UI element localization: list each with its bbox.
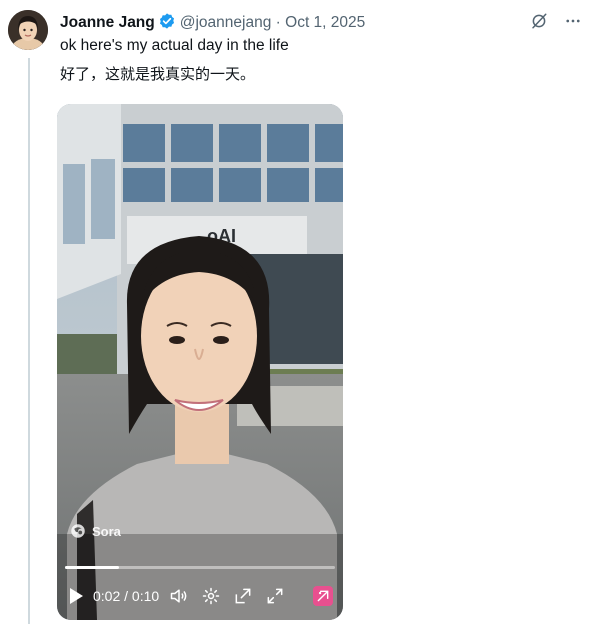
video-frame: oAI: [57, 104, 343, 620]
post-date[interactable]: Oct 1, 2025: [285, 14, 365, 31]
more-icon[interactable]: [562, 10, 584, 32]
thread-line: [28, 58, 30, 624]
author-handle[interactable]: @joannejang: [180, 14, 272, 31]
post-text-chinese: 好了，这就是我真实的一天。: [60, 65, 256, 83]
current-time: 0:02: [93, 588, 121, 604]
video-progress-fill: [65, 566, 119, 569]
sora-logo-icon: [71, 524, 85, 538]
video-progress-bar[interactable]: [65, 566, 335, 569]
settings-icon[interactable]: [201, 584, 221, 608]
grok-analyze-icon[interactable]: [313, 586, 333, 606]
play-icon[interactable]: [67, 584, 85, 608]
verified-badge-icon: [158, 12, 176, 36]
video-time: 0:02 / 0:10: [93, 588, 159, 604]
duration: 0:10: [131, 588, 160, 604]
video-player[interactable]: oAI Sora 0:02 / 0:10: [57, 104, 343, 620]
fullscreen-icon[interactable]: [265, 584, 285, 608]
post-text-english: ok here's my actual day in the life: [60, 37, 289, 54]
pip-icon[interactable]: [233, 584, 253, 608]
time-separator: /: [120, 588, 132, 604]
author-name[interactable]: Joanne Jang: [60, 14, 155, 31]
avatar[interactable]: [8, 10, 48, 50]
video-controls: 0:02 / 0:10: [57, 582, 343, 610]
sora-label: Sora: [92, 523, 121, 539]
sora-watermark: Sora: [69, 522, 121, 540]
grok-icon[interactable]: [528, 10, 550, 32]
separator-dot: ·: [275, 14, 281, 31]
volume-icon[interactable]: [169, 584, 189, 608]
post-header: Joanne Jang @joannejang · Oct 1, 2025: [60, 12, 365, 36]
post-actions-top: [528, 10, 584, 32]
avatar-image: [8, 10, 48, 50]
